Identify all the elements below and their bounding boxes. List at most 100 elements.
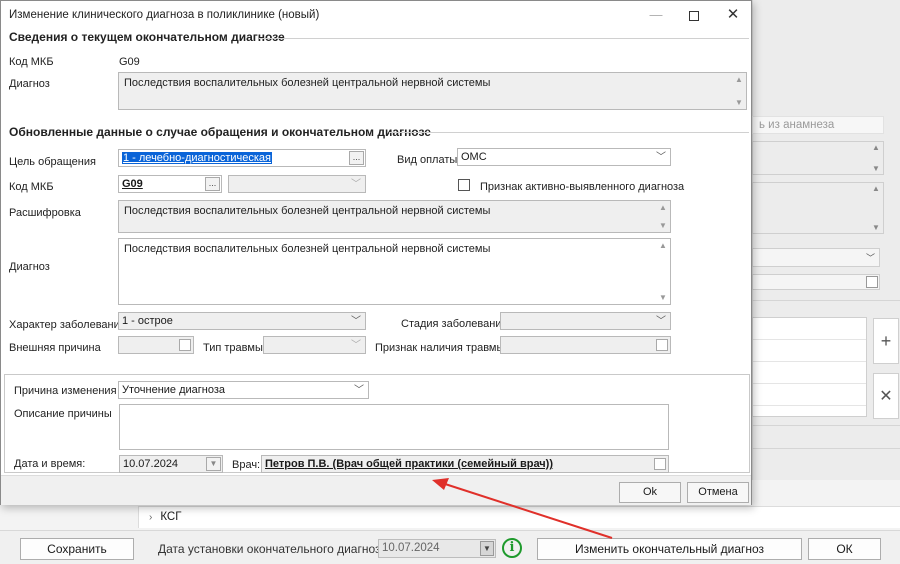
chevron-down-icon[interactable]: ▼ [480,541,494,556]
ellipsis-icon[interactable]: ... [349,151,364,165]
character-label: Характер заболевания [9,319,126,331]
chevron-down-icon: ﹀ [865,253,875,263]
trauma-sign-label: Признак наличия травмы [375,342,505,354]
character-select[interactable]: 1 - острое ﹀ [118,312,366,330]
mkb-extra-select[interactable]: ﹀ [228,175,366,193]
updated-diagnosis-text: Последствия воспалительных болезней цент… [124,243,491,255]
divider [752,448,900,449]
save-button[interactable]: Сохранить [20,538,134,560]
active-diagnosis-checkbox[interactable] [458,179,470,191]
reason-value: Уточнение диагноза [122,384,226,396]
external-cause-field[interactable] [118,336,194,354]
chevron-right-icon[interactable]: › [149,512,152,523]
divider [389,132,749,133]
scrollbar[interactable]: ▲ ▼ [656,201,670,232]
picker-icon[interactable] [654,458,666,470]
current-diagnosis-text: Последствия воспалительных болезней цент… [124,77,491,89]
from-anamnesis-button[interactable]: ь из анамнеза [752,116,884,134]
dialog-footer: Ok Отмена [1,475,751,505]
current-mkb-value: G09 [119,56,140,68]
change-diagnosis-dialog: Изменение клинического диагноза в поликл… [0,0,752,505]
background-list[interactable] [752,317,867,417]
add-icon[interactable]: + [873,318,899,364]
datetime-field[interactable]: 10.07.2024 ▼ [119,455,223,473]
dialog-titlebar: Изменение клинического диагноза в поликл… [1,1,751,29]
reason-description-label: Описание причины [14,408,112,420]
chevron-down-icon: ﹀ [656,152,666,163]
info-icon[interactable]: i [502,538,522,558]
reason-description-field[interactable] [119,404,669,450]
divider [259,38,749,39]
dialog-title: Изменение клинического диагноза в поликл… [9,9,320,21]
list-item[interactable] [753,340,866,362]
purpose-label: Цель обращения [9,156,96,168]
dialog-ok-button[interactable]: Ok [619,482,681,503]
scrollbar[interactable]: ▲ ▼ [656,239,670,304]
datetime-value: 10.07.2024 [123,458,179,470]
current-diagnosis-field: Последствия воспалительных болезней цент… [118,72,747,110]
purpose-field[interactable]: 1 - лечебно-диагностическая ... [118,149,366,167]
datetime-label: Дата и время: [14,458,86,470]
reason-select[interactable]: Уточнение диагноза ﹀ [118,381,369,399]
reason-label: Причина изменения [14,385,117,397]
decode-text: Последствия воспалительных болезней цент… [124,205,491,217]
updated-diagnosis-field[interactable]: Последствия воспалительных болезней цент… [118,238,671,305]
doctor-field[interactable]: Петров П.В. (Врач общей практики (семейн… [261,455,669,473]
payment-label: Вид оплаты [397,154,458,166]
chevron-down-icon[interactable]: ▼ [206,457,221,471]
ellipsis-icon[interactable]: ... [205,177,220,191]
scrollbar[interactable]: ▲ ▼ [732,73,746,109]
background-text-area-2[interactable]: ▲ ▼ [752,182,884,234]
divider [752,425,900,426]
trauma-sign-field[interactable] [500,336,671,354]
updated-diagnosis-label: Диагноз [9,261,50,273]
tree-item-label: КСГ [160,511,182,523]
trauma-type-select[interactable]: ﹀ [263,336,366,354]
active-diagnosis-label: Признак активно-выявленного диагноза [480,181,685,193]
list-item[interactable] [753,362,866,384]
background-field[interactable] [752,274,880,290]
ok-button[interactable]: ОК [808,538,881,560]
doctor-label: Врач: [232,459,261,471]
tree-item-ksg[interactable]: › КСГ [138,506,900,528]
payment-value: ОМС [461,151,487,163]
close-icon[interactable]: ✕ [716,3,750,27]
stage-label: Стадия заболевания [401,318,508,330]
list-item[interactable] [753,384,866,406]
external-cause-label: Внешняя причина [9,342,101,354]
decode-label: Расшифровка [9,207,81,219]
decode-field: Последствия воспалительных болезней цент… [118,200,671,233]
minimize-icon[interactable]: — [639,3,673,27]
divider [752,300,900,301]
chevron-down-icon: ﹀ [351,340,361,351]
remove-icon[interactable]: ✕ [873,373,899,419]
picker-icon[interactable] [656,339,668,351]
current-diagnosis-label: Диагноз [9,78,50,90]
final-date-field[interactable]: 10.07.2024 ▼ [378,539,496,558]
trauma-type-label: Тип травмы [203,342,263,354]
doctor-value: Петров П.В. (Врач общей практики (семейн… [265,458,554,470]
picker-icon[interactable] [866,276,878,288]
updated-mkb-value: G09 [122,178,143,190]
background-select[interactable]: ﹀ [752,248,880,267]
stage-select[interactable]: ﹀ [500,312,671,330]
section-current-title: Сведения о текущем окончательном диагноз… [9,30,285,44]
character-value: 1 - острое [122,315,173,327]
change-final-diagnosis-button[interactable]: Изменить окончательный диагноз [537,538,802,560]
picker-icon[interactable] [179,339,191,351]
final-date-label: Дата установки окончательного диагноза: [158,542,391,556]
dialog-cancel-button[interactable]: Отмена [687,482,749,503]
maximize-icon[interactable] [677,3,711,27]
chevron-down-icon: ﹀ [351,316,361,327]
background-text-area-1[interactable]: ▲ ▼ [752,141,884,175]
chevron-down-icon: ﹀ [656,316,666,327]
bottom-toolbar: Сохранить Дата установки окончательного … [0,530,900,564]
list-item[interactable] [753,318,866,340]
purpose-value: 1 - лечебно-диагностическая [122,152,272,164]
updated-mkb-label: Код МКБ [9,181,54,193]
final-date-value: 10.07.2024 [382,542,440,554]
payment-select[interactable]: ОМС ﹀ [457,148,671,166]
change-reason-panel: Причина изменения Уточнение диагноза ﹀ О… [4,374,750,473]
section-updated-title: Обновленные данные о случае обращения и … [9,125,431,139]
updated-mkb-field[interactable]: G09 ... [118,175,222,193]
